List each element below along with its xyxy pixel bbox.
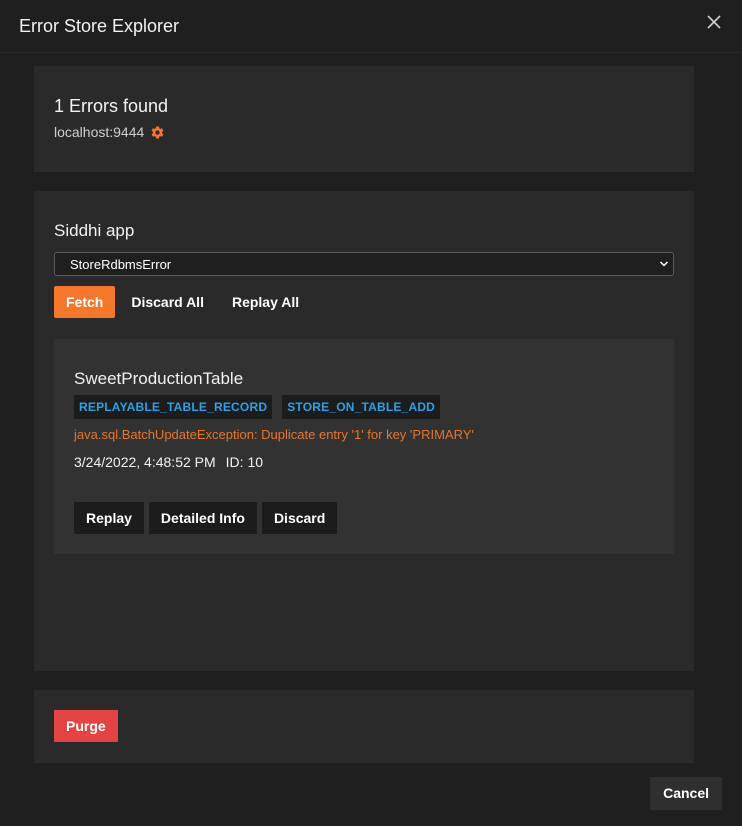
siddhi-app-label: Siddhi app xyxy=(54,221,135,240)
error-id: ID: 10 xyxy=(225,454,264,470)
app-action-buttons: Fetch Discard All Replay All xyxy=(54,286,311,318)
summary-panel: 1 Errors found localhost:9444 xyxy=(34,66,694,172)
fetch-button[interactable]: Fetch xyxy=(54,286,116,318)
purge-button[interactable]: Purge xyxy=(54,710,118,742)
siddhi-app-select[interactable]: StoreRdbmsError xyxy=(54,252,674,276)
replay-button[interactable]: Replay xyxy=(74,502,144,534)
error-entry-card: SweetProductionTable REPLAYABLE_TABLE_RE… xyxy=(54,339,674,554)
detailed-info-button[interactable]: Detailed Info xyxy=(148,502,257,534)
close-icon xyxy=(707,15,721,29)
host-label: localhost:9444 xyxy=(54,124,145,140)
dialog-title: Error Store Explorer xyxy=(19,16,180,36)
error-entry-title: SweetProductionTable xyxy=(74,369,244,388)
replay-all-button[interactable]: Replay All xyxy=(220,286,311,318)
purge-panel: Purge xyxy=(34,690,694,763)
error-type-badge: REPLAYABLE_TABLE_RECORD xyxy=(74,395,273,419)
siddhi-app-panel: Siddhi app StoreRdbmsError Fetch Discard… xyxy=(34,191,694,671)
close-button[interactable] xyxy=(704,12,724,32)
error-entry-actions: Replay Detailed Info Discard xyxy=(74,502,338,534)
cancel-button[interactable]: Cancel xyxy=(650,777,722,810)
errors-found-heading: 1 Errors found xyxy=(54,96,169,116)
error-badges: REPLAYABLE_TABLE_RECORD STORE_ON_TABLE_A… xyxy=(74,395,441,419)
siddhi-app-selected-value: StoreRdbmsError xyxy=(70,257,172,272)
error-store-explorer-dialog: Error Store Explorer 1 Errors found loca… xyxy=(0,0,742,826)
error-occurrence-badge: STORE_ON_TABLE_ADD xyxy=(282,395,441,419)
gear-icon[interactable] xyxy=(150,125,165,140)
discard-all-button[interactable]: Discard All xyxy=(119,286,216,318)
error-meta: 3/24/2022, 4:48:52 PM ID: 10 xyxy=(74,454,263,470)
error-message: java.sql.BatchUpdateException: Duplicate… xyxy=(74,427,474,442)
chevron-down-icon xyxy=(659,261,669,267)
discard-button[interactable]: Discard xyxy=(261,502,338,534)
error-timestamp: 3/24/2022, 4:48:52 PM xyxy=(74,454,216,470)
dialog-header: Error Store Explorer xyxy=(0,0,742,53)
host-row: localhost:9444 xyxy=(54,124,165,140)
